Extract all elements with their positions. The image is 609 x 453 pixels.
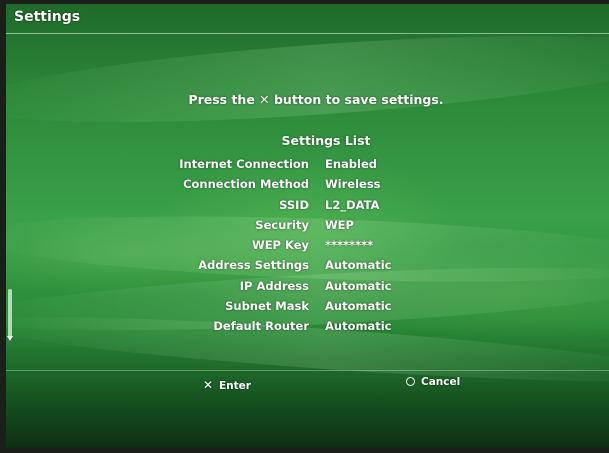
- setting-label: Address Settings: [198, 258, 309, 273]
- background-wave: [6, 18, 609, 140]
- setting-label: Connection Method: [183, 177, 309, 192]
- setting-value: ********: [325, 238, 374, 253]
- enter-button[interactable]: ✕ Enter: [202, 378, 251, 392]
- setting-row-connection-method: Connection Method Wireless: [6, 177, 609, 197]
- setting-value: Automatic: [325, 319, 392, 334]
- setting-value: Automatic: [325, 299, 392, 314]
- setting-value: WEP: [325, 217, 354, 232]
- setting-row-ssid: SSID L2_DATA: [6, 198, 609, 218]
- title-divider: [6, 33, 609, 34]
- enter-label: Enter: [219, 380, 251, 392]
- setting-row-address-settings: Address Settings Automatic: [6, 258, 609, 278]
- setting-label: SSID: [279, 197, 309, 212]
- cancel-button[interactable]: Cancel: [406, 376, 460, 388]
- setting-value: L2_DATA: [325, 197, 380, 212]
- cross-icon: ✕: [202, 378, 214, 392]
- setting-row-default-router: Default Router Automatic: [6, 319, 609, 339]
- scrollbar[interactable]: [8, 289, 12, 337]
- save-instruction: Press the ✕ button to save settings.: [188, 92, 444, 107]
- window-title: Settings: [14, 9, 81, 25]
- setting-label: Default Router: [213, 319, 309, 334]
- setting-value: Enabled: [325, 157, 378, 171]
- settings-list-title: Settings List: [281, 133, 371, 148]
- settings-screen: Settings Press the ✕ button to save sett…: [6, 4, 609, 448]
- title-bar: Settings: [6, 4, 609, 34]
- scroll-down-arrow-icon[interactable]: [7, 336, 13, 341]
- setting-row-wep-key: WEP Key ********: [6, 238, 609, 258]
- setting-value: Automatic: [325, 258, 392, 273]
- setting-row-security: Security WEP: [6, 218, 609, 238]
- setting-label: Internet Connection: [179, 157, 309, 171]
- setting-row-ip-address: IP Address Automatic: [6, 279, 609, 299]
- footer-divider: [6, 370, 609, 371]
- circle-icon: [406, 377, 415, 386]
- settings-list: Internet Connection Enabled Connection M…: [6, 157, 609, 340]
- tv-frame: Settings Press the ✕ button to save sett…: [0, 0, 609, 453]
- setting-value: Wireless: [325, 177, 381, 192]
- setting-row-internet-connection: Internet Connection Enabled: [6, 157, 609, 177]
- cancel-label: Cancel: [421, 376, 461, 388]
- setting-value: Automatic: [325, 278, 392, 293]
- setting-label: Security: [255, 217, 309, 232]
- setting-label: WEP Key: [252, 238, 309, 253]
- setting-label: IP Address: [239, 278, 309, 293]
- setting-label: Subnet Mask: [225, 299, 309, 314]
- setting-row-subnet-mask: Subnet Mask Automatic: [6, 299, 609, 319]
